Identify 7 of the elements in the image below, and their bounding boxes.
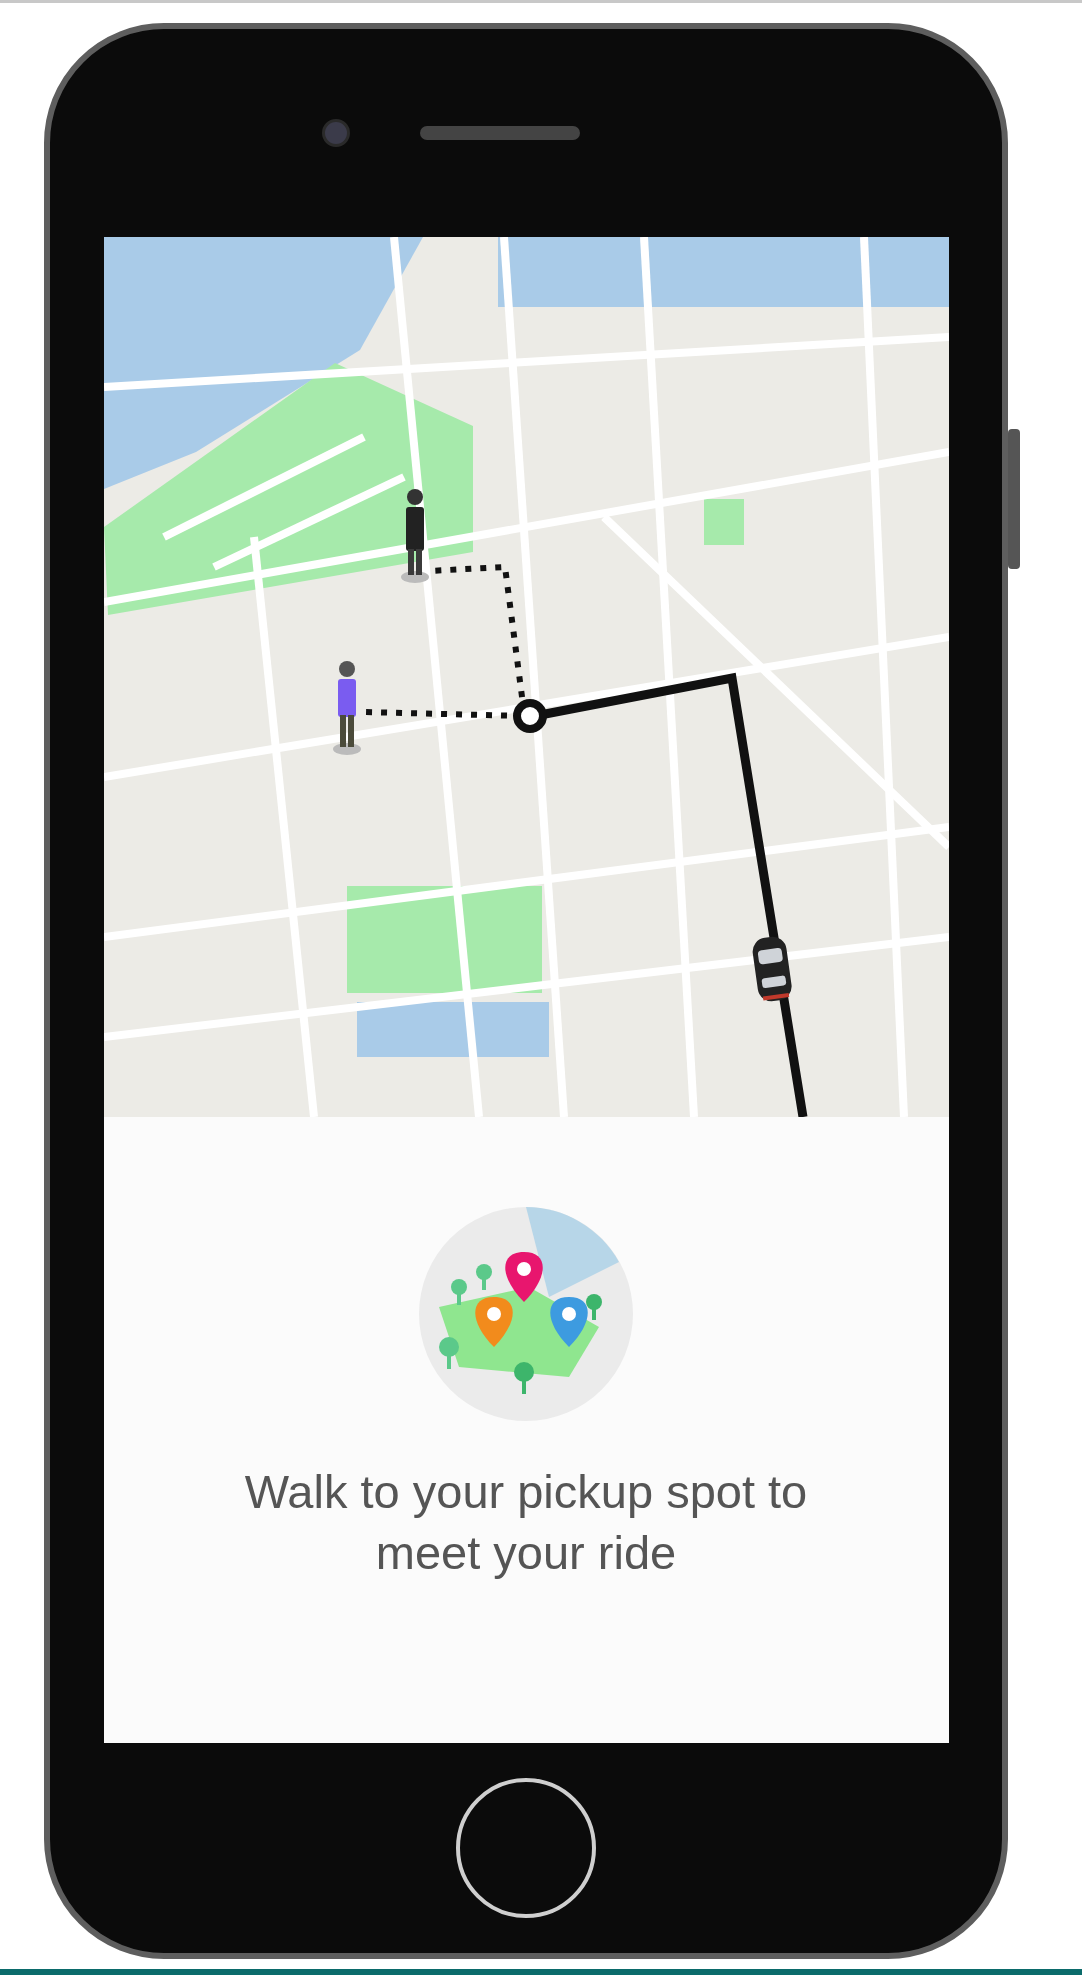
speaker-icon [420, 126, 580, 140]
instruction-text: Walk to your pickup spot to meet your ride [243, 1464, 809, 1582]
camera-icon [322, 119, 350, 147]
person-icon [400, 489, 429, 583]
person-icon [332, 661, 361, 755]
pickup-marker [512, 699, 547, 733]
home-button[interactable] [456, 1778, 596, 1918]
